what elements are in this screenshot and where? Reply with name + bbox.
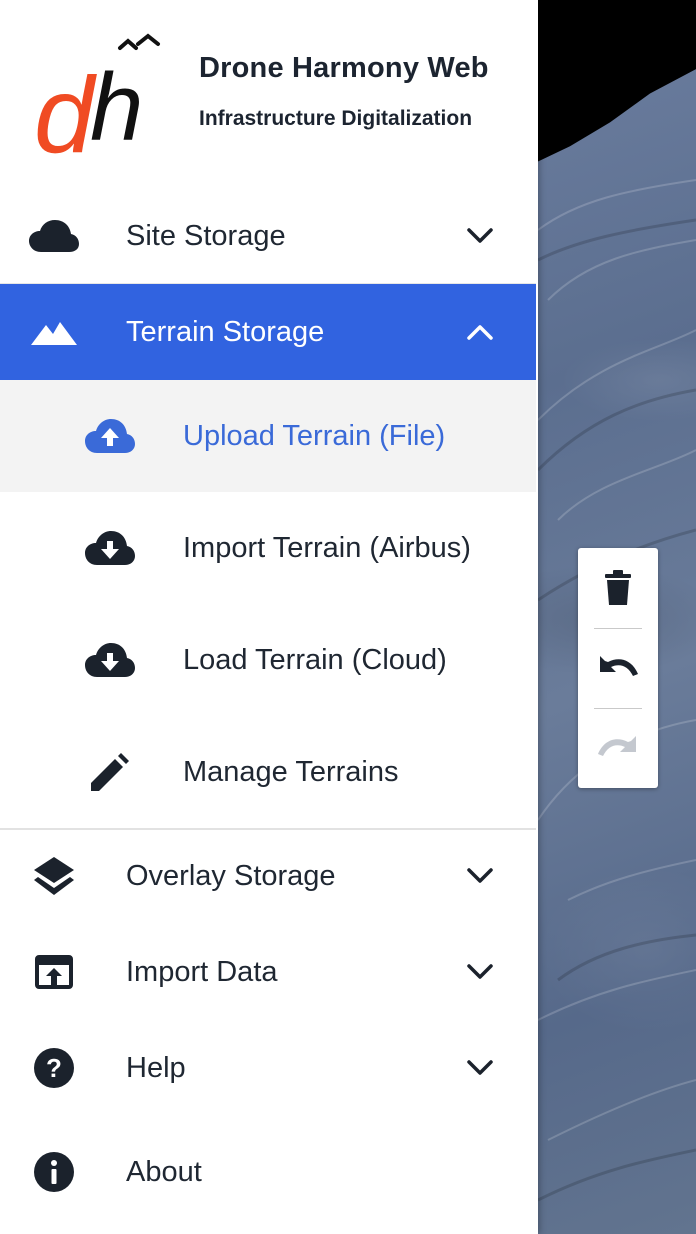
submenu-label: Manage Terrains (183, 755, 399, 788)
logo-d: d (34, 54, 97, 165)
redo-icon (598, 736, 636, 756)
submenu-load-terrain-cloud[interactable]: Load Terrain (Cloud) (0, 604, 536, 716)
cloud-upload-icon (82, 408, 138, 464)
navigation-drawer: d h Drone Harmony Web Infrastructure Dig… (0, 0, 538, 1234)
chevron-down-icon (460, 216, 500, 256)
submenu-import-terrain-airbus[interactable]: Import Terrain (Airbus) (0, 492, 536, 604)
chevron-down-icon (460, 952, 500, 992)
submenu-manage-terrains[interactable]: Manage Terrains (0, 716, 536, 828)
app-subtitle: Infrastructure Digitalization (199, 107, 473, 130)
menu-label: Help (126, 1051, 186, 1084)
chevron-down-icon (460, 856, 500, 896)
menu-label: Overlay Storage (126, 859, 336, 892)
menu-terrain-storage[interactable]: Terrain Storage (0, 284, 536, 380)
svg-text:?: ? (46, 1053, 62, 1083)
info-circle-icon (26, 1144, 82, 1200)
menu-overlay-storage[interactable]: Overlay Storage (0, 828, 536, 924)
submenu-upload-terrain-file[interactable]: Upload Terrain (File) (0, 380, 536, 492)
map-edit-toolbar (578, 548, 658, 788)
undo-icon (600, 656, 638, 676)
undo-button[interactable] (578, 628, 658, 708)
menu-label: Import Data (126, 955, 278, 988)
menu-import-data[interactable]: Import Data (0, 924, 536, 1020)
open-in-browser-icon (26, 944, 82, 1000)
menu-site-storage[interactable]: Site Storage (0, 188, 536, 284)
submenu-label: Load Terrain (Cloud) (183, 643, 447, 676)
logo-drone-arc (118, 38, 138, 50)
cloud-download-icon (82, 520, 138, 576)
submenu-label: Upload Terrain (File) (183, 419, 446, 452)
app-title: Drone Harmony Web (199, 52, 489, 84)
redo-button[interactable] (578, 708, 658, 788)
menu-help[interactable]: ? Help (0, 1020, 536, 1116)
submenu-label: Import Terrain (Airbus) (183, 531, 471, 564)
delete-button[interactable] (578, 548, 658, 628)
cloud-download-icon (82, 632, 138, 688)
help-circle-icon: ? (26, 1040, 82, 1096)
trash-icon (605, 570, 631, 605)
drone-harmony-logo: d h (34, 33, 160, 165)
logo-drone-arc (136, 33, 160, 46)
menu-about[interactable]: About (0, 1124, 536, 1220)
cloud-icon (26, 208, 82, 264)
mountain-icon (26, 304, 82, 360)
menu-label: About (126, 1155, 202, 1188)
layers-icon (26, 848, 82, 904)
menu-label: Site Storage (126, 219, 286, 252)
pencil-icon (82, 744, 138, 800)
chevron-up-icon (460, 312, 500, 352)
chevron-down-icon (460, 1048, 500, 1088)
drawer-header: d h Drone Harmony Web Infrastructure Dig… (0, 0, 538, 190)
logo-h: h (90, 54, 143, 161)
menu-label: Terrain Storage (126, 315, 325, 348)
